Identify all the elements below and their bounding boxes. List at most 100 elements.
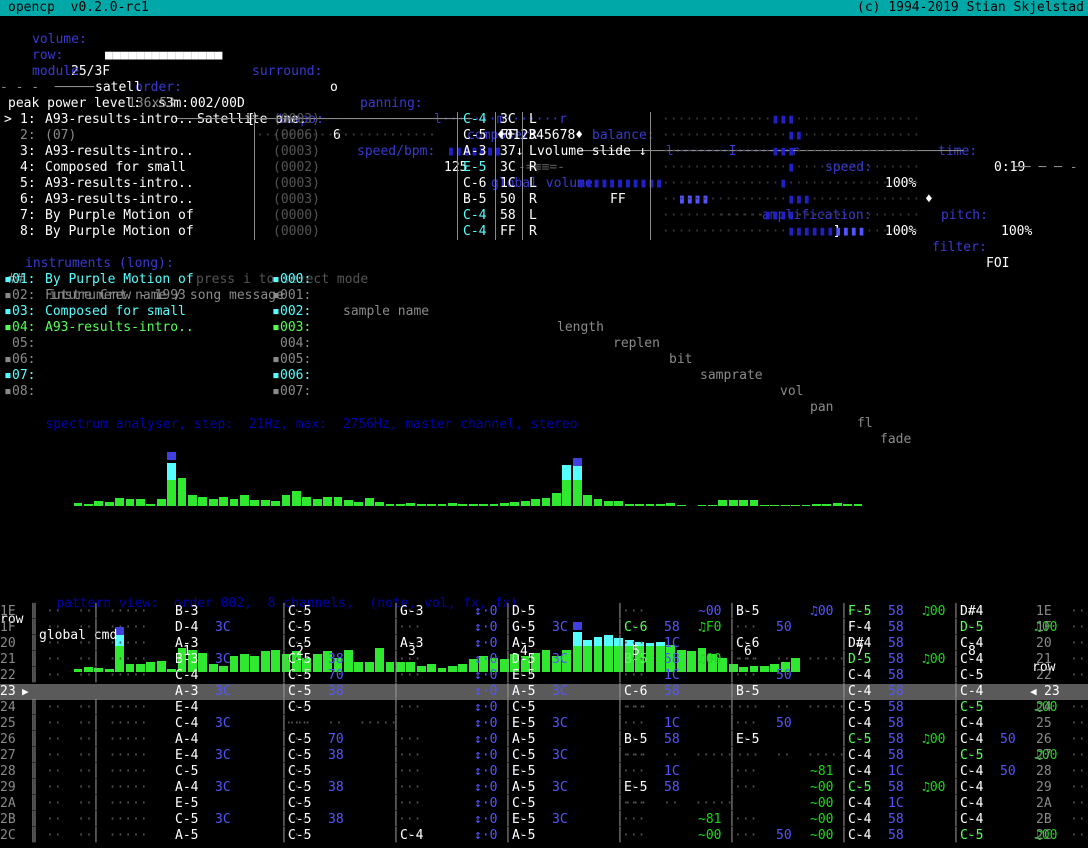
instrument-number: 01: xyxy=(12,272,35,288)
pattern-row[interactable]: 27║│·· ·· ·····E-43C···│C-538···│↕·0···│… xyxy=(0,748,1088,764)
pattern-row[interactable]: 2A║│·· ·· ·····E-5···│C-5···│↕·0···│C-5·… xyxy=(0,796,1088,812)
pattern-cell-trailing-dots: ··· xyxy=(398,764,421,780)
pattern-separator-global-left: ║ xyxy=(30,700,38,716)
track-meter-dots-right: ················ xyxy=(795,144,920,159)
pattern-note: E-4 xyxy=(175,748,198,764)
pattern-row[interactable]: 1F║│·· ·· ·····D-43C···│C-5···│↕·0···│G-… xyxy=(0,620,1088,636)
pattern-row[interactable]: 25║│·· ·· ·····C-43C···│··· ·· ·····│↕·0… xyxy=(0,716,1088,732)
pattern-volume: 3C xyxy=(215,812,231,828)
spectrum-bar xyxy=(230,499,239,506)
pattern-separator-channel: │ xyxy=(840,636,848,652)
track-vrule-1 xyxy=(254,112,255,240)
pattern-row-number-left: 23 xyxy=(0,684,16,700)
spectrum-bar xyxy=(458,504,467,506)
pattern-separator-channel: │ xyxy=(840,684,848,700)
instrument-number: 04: xyxy=(12,320,35,336)
pattern-row[interactable]: 26║│·· ·· ·····A-4···│C-570···│↕·0···│A-… xyxy=(0,732,1088,748)
spectrum-bar xyxy=(84,504,93,506)
track-row[interactable]: 5:A93-results-intro..(0003)C-61CL·······… xyxy=(0,176,1088,192)
pattern-separator-channel: │ xyxy=(280,652,288,668)
pattern-note: A-3 xyxy=(175,636,198,652)
pattern-note: A-5 xyxy=(512,684,535,700)
pattern-volume: 3C xyxy=(552,620,568,636)
pattern-separator-channel: │ xyxy=(952,748,960,764)
pattern-row[interactable]: 22║│·· ·· ·····C-4···│C-570···│↕·0···│E-… xyxy=(0,668,1088,684)
pattern-separator-channel: │ xyxy=(952,716,960,732)
pattern-note: C-5 xyxy=(960,700,983,716)
pattern-row-number-left: 29 xyxy=(0,780,16,796)
track-meter: ··············▮▮▮················ xyxy=(662,112,920,128)
track-name: A93-results-intro.. xyxy=(45,112,194,128)
pattern-separator-channel: │ xyxy=(392,796,400,812)
spectrum-bar xyxy=(729,500,738,506)
pattern-separator-channel: │ xyxy=(280,812,288,828)
track-vrule-2 xyxy=(457,112,458,240)
spectrum-bar xyxy=(406,503,415,506)
track-meter-dots-right: ················ xyxy=(795,208,920,223)
track-note: B-5 xyxy=(463,192,486,208)
pattern-separator-channel: │ xyxy=(840,620,848,636)
track-row[interactable]: 7:By Purple Motion of(0000)C-458L·······… xyxy=(0,208,1088,224)
track-number: 6: xyxy=(20,192,36,208)
track-note: C-4 xyxy=(463,224,486,240)
pattern-separator-global-left: ║ xyxy=(30,668,38,684)
track-row[interactable]: 2:(07)(0006)C-5FFR················▮▮····… xyxy=(0,128,1088,144)
pattern-row[interactable]: 2B║│·· ·· ·····C-53C···│C-538···│↕·0···│… xyxy=(0,812,1088,828)
pattern-cell-trailing-dots: ··· xyxy=(398,732,421,748)
pattern-global-cmd-cells: ·· ·· ····· xyxy=(46,652,148,668)
pattern-row[interactable]: 1E║│·· ·· ·····B-3···│C-5···│G-3↕·0···│D… xyxy=(0,604,1088,620)
pattern-volume: 3C xyxy=(215,748,231,764)
pattern-effect-1: ♫00 xyxy=(922,780,945,796)
track-row[interactable]: 6:A93-results-intro..(0003)B-550R·······… xyxy=(0,192,1088,208)
spectrum-peak-marker xyxy=(167,452,176,460)
pattern-note: C-5 xyxy=(288,684,311,700)
pattern-row-number-right: 20 xyxy=(1036,636,1052,652)
pattern-row[interactable]: 29║│·· ·· ·····A-43C···│C-538···│↕·0···│… xyxy=(0,780,1088,796)
pattern-volume: 58 xyxy=(888,636,904,652)
spectrum-bar xyxy=(760,505,769,506)
filter-value[interactable]: FOI xyxy=(986,256,1009,272)
pattern-row-current[interactable]: 23▶A-33C···│C-538···│↕·0···│A-53C···│C-6… xyxy=(0,684,1088,700)
pattern-effect-1: ♫00 xyxy=(922,652,945,668)
pattern-note: C-5 xyxy=(960,748,983,764)
pattern-volume: 58 xyxy=(888,652,904,668)
sample-active-marker: ▪ xyxy=(272,304,280,320)
spectrum-bar xyxy=(438,504,447,506)
track-row[interactable]: 3:A93-results-intro..(0003)A-337↓Lvolume… xyxy=(0,144,1088,160)
pattern-note: E-5 xyxy=(512,716,535,732)
pattern-row[interactable]: 2C║│·· ·· ·····A-5···│C-5···│C-4↕·0···│A… xyxy=(0,828,1088,844)
pattern-row-number-right: 29 xyxy=(1036,780,1052,796)
spectrum-bar xyxy=(240,495,249,506)
pattern-row[interactable]: 21║│·· ·· ·····B-33C···│C-538···│↕·0···│… xyxy=(0,652,1088,668)
pattern-row[interactable]: 28║│·· ·· ·····C-5···│C-5···│↕·0···│E-5·… xyxy=(0,764,1088,780)
pattern-cell-trailing-dots: ··· xyxy=(1070,668,1088,684)
pattern-row[interactable]: 24║│·· ·· ·····E-4···│C-5···│↕·0···│C-5·… xyxy=(0,700,1088,716)
instrument-number: 08: xyxy=(12,384,35,400)
sample-number: 006: xyxy=(280,368,311,384)
pattern-note: C-4 xyxy=(960,684,983,700)
pattern-separator-channel: │ xyxy=(840,780,848,796)
pattern-note: A-3 xyxy=(175,684,198,700)
pattern-note: C-4 xyxy=(848,764,871,780)
pattern-note: C-4 xyxy=(848,684,871,700)
pattern-note: B-5 xyxy=(736,604,759,620)
pattern-separator-channel: │ xyxy=(392,828,400,844)
track-row[interactable]: 8:By Purple Motion of(0000)C-4FFR·······… xyxy=(0,224,1088,240)
pattern-row-number-right: 24 xyxy=(1036,700,1052,716)
track-row[interactable]: >1:A93-results-intro..(0003)C-43CL······… xyxy=(0,112,1088,128)
pattern-row-number-right: 22 xyxy=(1036,668,1052,684)
pattern-row-number-right: 28 xyxy=(1036,764,1052,780)
pattern-cell-trailing-dots: ··· xyxy=(1070,764,1088,780)
pattern-row-number-left: 2B xyxy=(0,812,16,828)
pattern-separator-channel: │ xyxy=(728,780,736,796)
pattern-row-number-right: 1E xyxy=(1036,604,1052,620)
sample-number: 005: xyxy=(280,352,311,368)
pattern-effect-1: ↕·0 xyxy=(474,780,497,796)
track-row[interactable]: 4:Composed for small(0002)E-53CR········… xyxy=(0,160,1088,176)
pattern-effect-1: ♫00 xyxy=(698,652,721,668)
track-name: Composed for small xyxy=(45,160,186,176)
pattern-row-number-right: 26 xyxy=(1036,732,1052,748)
pattern-row[interactable]: 20║│·· ·· ·····A-3···│C-5···│A-3↕·0···│A… xyxy=(0,636,1088,652)
pattern-separator-channel: │ xyxy=(952,684,960,700)
pattern-separator-channel: │ xyxy=(840,604,848,620)
